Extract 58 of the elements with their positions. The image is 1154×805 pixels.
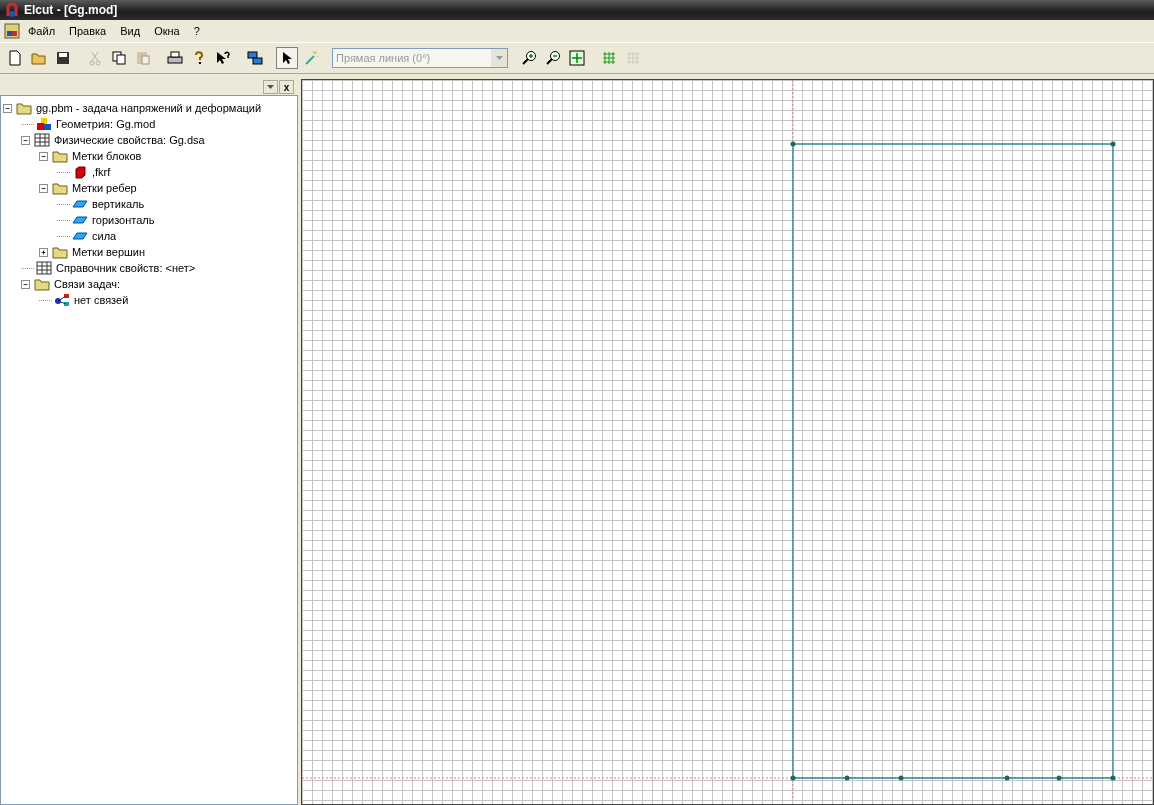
menu-item[interactable]: ? bbox=[187, 24, 206, 38]
zoom-in-icon bbox=[521, 50, 537, 66]
pointer-question-icon bbox=[215, 50, 231, 66]
menu-item[interactable]: Окна bbox=[148, 24, 186, 38]
scissors-icon bbox=[87, 50, 103, 66]
cube-icon bbox=[72, 165, 88, 179]
table-icon bbox=[36, 261, 52, 275]
tree-item[interactable]: Справочник свойств: <нет> bbox=[54, 262, 198, 274]
tree-item[interactable]: нет связей bbox=[72, 294, 131, 306]
folder-icon bbox=[52, 245, 68, 259]
tree-item[interactable]: горизонталь bbox=[90, 214, 157, 226]
folder-icon bbox=[52, 181, 68, 195]
tree-item[interactable]: Метки блоков bbox=[70, 150, 144, 162]
parallelogram-icon bbox=[72, 197, 88, 211]
window-title: Elcut - [Gg.mod] bbox=[24, 3, 118, 17]
tree-item[interactable]: Связи задач: bbox=[52, 278, 123, 290]
tree-item[interactable]: Геометрия: Gg.mod bbox=[54, 118, 158, 130]
toolbar-button[interactable] bbox=[276, 47, 298, 69]
document-icon[interactable] bbox=[4, 23, 20, 39]
collapse-toggle[interactable] bbox=[21, 135, 30, 145]
expand-toggle[interactable] bbox=[39, 247, 48, 257]
node-link-icon bbox=[54, 293, 70, 307]
parallelogram-icon bbox=[72, 229, 88, 243]
menu-item[interactable]: Вид bbox=[114, 24, 147, 38]
grid-fit-icon bbox=[569, 50, 585, 66]
tree-item[interactable]: ,fkrf bbox=[90, 166, 113, 178]
new-document-icon bbox=[7, 50, 23, 66]
tree-item[interactable]: вертикаль bbox=[90, 198, 147, 210]
caret-icon bbox=[267, 85, 274, 89]
tree-item[interactable]: Физические свойства: Gg.dsa bbox=[52, 134, 207, 146]
collapse-toggle[interactable] bbox=[21, 279, 30, 289]
copy-icon bbox=[111, 50, 127, 66]
menu-item[interactable]: Правка bbox=[63, 24, 113, 38]
collapse-toggle[interactable] bbox=[39, 151, 48, 161]
caret-icon bbox=[495, 56, 503, 60]
menu-item[interactable]: Файл bbox=[22, 24, 62, 38]
app-icon bbox=[4, 2, 20, 18]
collapse-toggle[interactable] bbox=[3, 103, 12, 113]
tree-item[interactable]: Метки ребер bbox=[70, 182, 139, 194]
tree-item[interactable]: сила bbox=[90, 230, 119, 242]
folder-icon bbox=[34, 277, 50, 291]
windows-icon bbox=[247, 50, 263, 66]
collapse-toggle[interactable] bbox=[39, 183, 48, 193]
magic-wand-icon bbox=[303, 50, 319, 66]
zoom-out-icon bbox=[545, 50, 561, 66]
tree-item[interactable]: gg.pbm - задача напряжений и деформаций bbox=[34, 102, 264, 114]
mesh-icon bbox=[601, 50, 617, 66]
dropdown-button[interactable] bbox=[263, 80, 278, 94]
paste-icon bbox=[135, 50, 151, 66]
tree-item[interactable]: Метки вершин bbox=[70, 246, 148, 258]
folder-icon bbox=[31, 50, 47, 66]
folder-icon bbox=[16, 101, 32, 115]
shapes-icon bbox=[36, 117, 52, 131]
close-button[interactable]: x bbox=[279, 80, 294, 94]
table-icon bbox=[34, 133, 50, 147]
parallelogram-icon bbox=[72, 213, 88, 227]
folder-icon bbox=[52, 149, 68, 163]
printer-icon bbox=[167, 50, 183, 66]
